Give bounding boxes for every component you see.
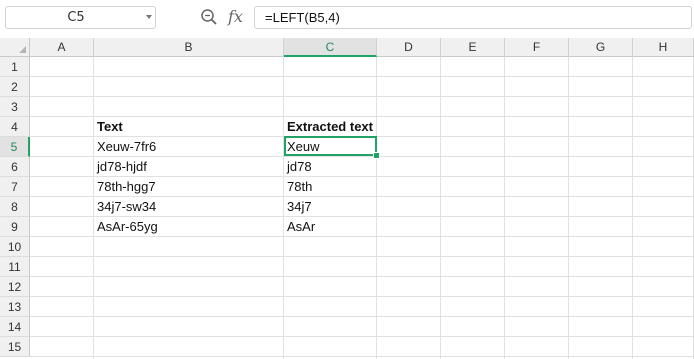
gridline-horizontal (30, 96, 694, 97)
row-header-10[interactable]: 10 (0, 237, 30, 257)
row-header-3[interactable]: 3 (0, 97, 30, 117)
row-header-5[interactable]: 5 (0, 137, 30, 157)
column-header-d[interactable]: D (377, 38, 441, 57)
column-header-c[interactable]: C (284, 38, 377, 57)
gridline-horizontal (30, 256, 694, 257)
column-header-f[interactable]: F (505, 38, 569, 57)
column-header-a[interactable]: A (30, 38, 94, 57)
cell-b7[interactable]: 78th-hgg7 (94, 177, 156, 197)
name-box-value: C5 (67, 10, 85, 25)
formula-text: =LEFT(B5,4) (265, 10, 340, 25)
row-header-1[interactable]: 1 (0, 57, 30, 77)
row-header-9[interactable]: 9 (0, 217, 30, 237)
row-header-11[interactable]: 11 (0, 257, 30, 277)
cell-b9[interactable]: AsAr-65yg (94, 217, 158, 237)
row-header-7[interactable]: 7 (0, 177, 30, 197)
fx-icon[interactable]: fx (228, 6, 243, 28)
chevron-down-icon[interactable] (146, 15, 152, 19)
cell-b6[interactable]: jd78-hjdf (94, 157, 147, 177)
row-header-2[interactable]: 2 (0, 77, 30, 97)
column-header-g[interactable]: G (569, 38, 633, 57)
spreadsheet-grid[interactable]: A B C D E F G H 1 2 3 4 5 6 7 8 9 10 11 12 13 14 15 Text Extract… (0, 38, 694, 359)
gridline-horizontal (30, 296, 694, 297)
gridline-horizontal (30, 356, 694, 357)
row-header-15[interactable]: 15 (0, 337, 30, 357)
cell-c6[interactable]: jd78 (284, 157, 312, 177)
row-header-4[interactable]: 4 (0, 117, 30, 137)
row-header-8[interactable]: 8 (0, 197, 30, 217)
cell-b8[interactable]: 34j7-sw34 (94, 197, 156, 217)
row-header-13[interactable]: 13 (0, 297, 30, 317)
cell-c4[interactable]: Extracted text (284, 117, 373, 137)
gridline-vertical (568, 57, 569, 359)
row-header-6[interactable]: 6 (0, 157, 30, 177)
cell-c8[interactable]: 34j7 (284, 197, 312, 217)
column-header-e[interactable]: E (441, 38, 505, 57)
cell-c9[interactable]: AsAr (284, 217, 315, 237)
column-header-b[interactable]: B (94, 38, 284, 57)
gridline-horizontal (30, 316, 694, 317)
row-header-12[interactable]: 12 (0, 277, 30, 297)
gridline-horizontal (30, 276, 694, 277)
gridline-vertical (632, 57, 633, 359)
gridline-vertical (376, 57, 377, 359)
gridline-horizontal (30, 336, 694, 337)
cell-b5[interactable]: Xeuw-7fr6 (94, 137, 156, 157)
cell-c7[interactable]: 78th (284, 177, 312, 197)
select-all-corner[interactable] (0, 38, 30, 57)
fill-handle[interactable] (373, 152, 380, 159)
formula-bar: C5 fx =LEFT(B5,4) (0, 0, 694, 36)
gridline-vertical (504, 57, 505, 359)
gridline-vertical (440, 57, 441, 359)
zoom-icon[interactable] (200, 8, 218, 26)
active-cell-outline[interactable] (284, 136, 377, 156)
column-header-h[interactable]: H (633, 38, 694, 57)
row-header-14[interactable]: 14 (0, 317, 30, 337)
cell-b4[interactable]: Text (94, 117, 123, 137)
gridline-horizontal (30, 76, 694, 77)
name-box[interactable]: C5 (5, 6, 156, 29)
formula-input[interactable]: =LEFT(B5,4) (254, 6, 692, 29)
